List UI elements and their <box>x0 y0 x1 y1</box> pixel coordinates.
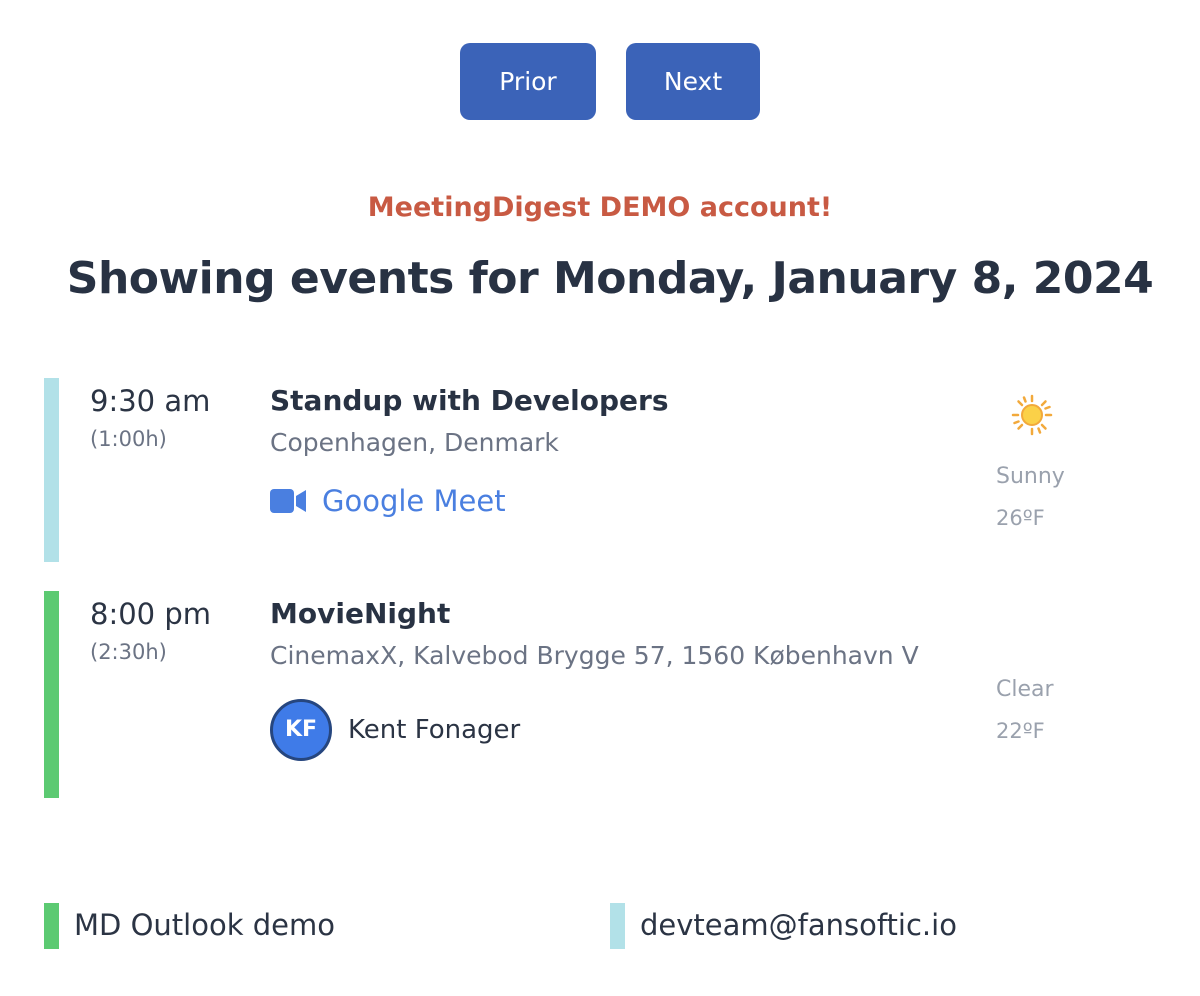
video-camera-icon <box>270 488 308 514</box>
event-duration: (2:30h) <box>90 640 167 664</box>
event-location: CinemaxX, Kalvebod Brygge 57, 1560 Køben… <box>270 641 919 670</box>
next-button[interactable]: Next <box>626 43 760 120</box>
calendar-color-bar <box>44 591 59 798</box>
event-item[interactable]: 8:00 pm (2:30h) MovieNight CinemaxX, Kal… <box>0 591 1200 798</box>
event-time: 9:30 am <box>90 384 211 418</box>
attendee-name: Kent Fonager <box>348 715 521 745</box>
weather-temperature: 26ºF <box>996 506 1045 530</box>
event-location: Copenhagen, Denmark <box>270 428 559 457</box>
event-time: 8:00 pm <box>90 597 211 631</box>
event-item[interactable]: 9:30 am (1:00h) Standup with Developers … <box>0 378 1200 562</box>
google-meet-label[interactable]: Google Meet <box>322 484 506 518</box>
event-title: MovieNight <box>270 597 451 630</box>
event-duration: (1:00h) <box>90 427 167 451</box>
moon-icon <box>1010 606 1054 650</box>
weather-condition: Clear <box>996 677 1054 702</box>
calendar-name: devteam@fansoftic.io <box>640 908 957 942</box>
calendar-color-bar <box>44 378 59 562</box>
calendar-color-swatch <box>610 903 625 949</box>
attendee: KF Kent Fonager <box>270 699 520 761</box>
weather-temperature: 22ºF <box>996 719 1045 743</box>
event-title: Standup with Developers <box>270 384 669 417</box>
day-navigation: Prior Next <box>0 43 1200 121</box>
demo-banner: MeetingDigest DEMO account! <box>367 192 833 223</box>
google-meet-link[interactable]: Google Meet <box>270 483 506 519</box>
calendar-name: MD Outlook demo <box>74 908 335 942</box>
prior-button[interactable]: Prior <box>460 43 596 120</box>
calendar-color-swatch <box>44 903 59 949</box>
sun-icon <box>1010 393 1054 437</box>
weather-condition: Sunny <box>996 464 1065 489</box>
avatar: KF <box>270 699 332 761</box>
page-title: Showing events for Monday, January 8, 20… <box>66 253 1154 304</box>
